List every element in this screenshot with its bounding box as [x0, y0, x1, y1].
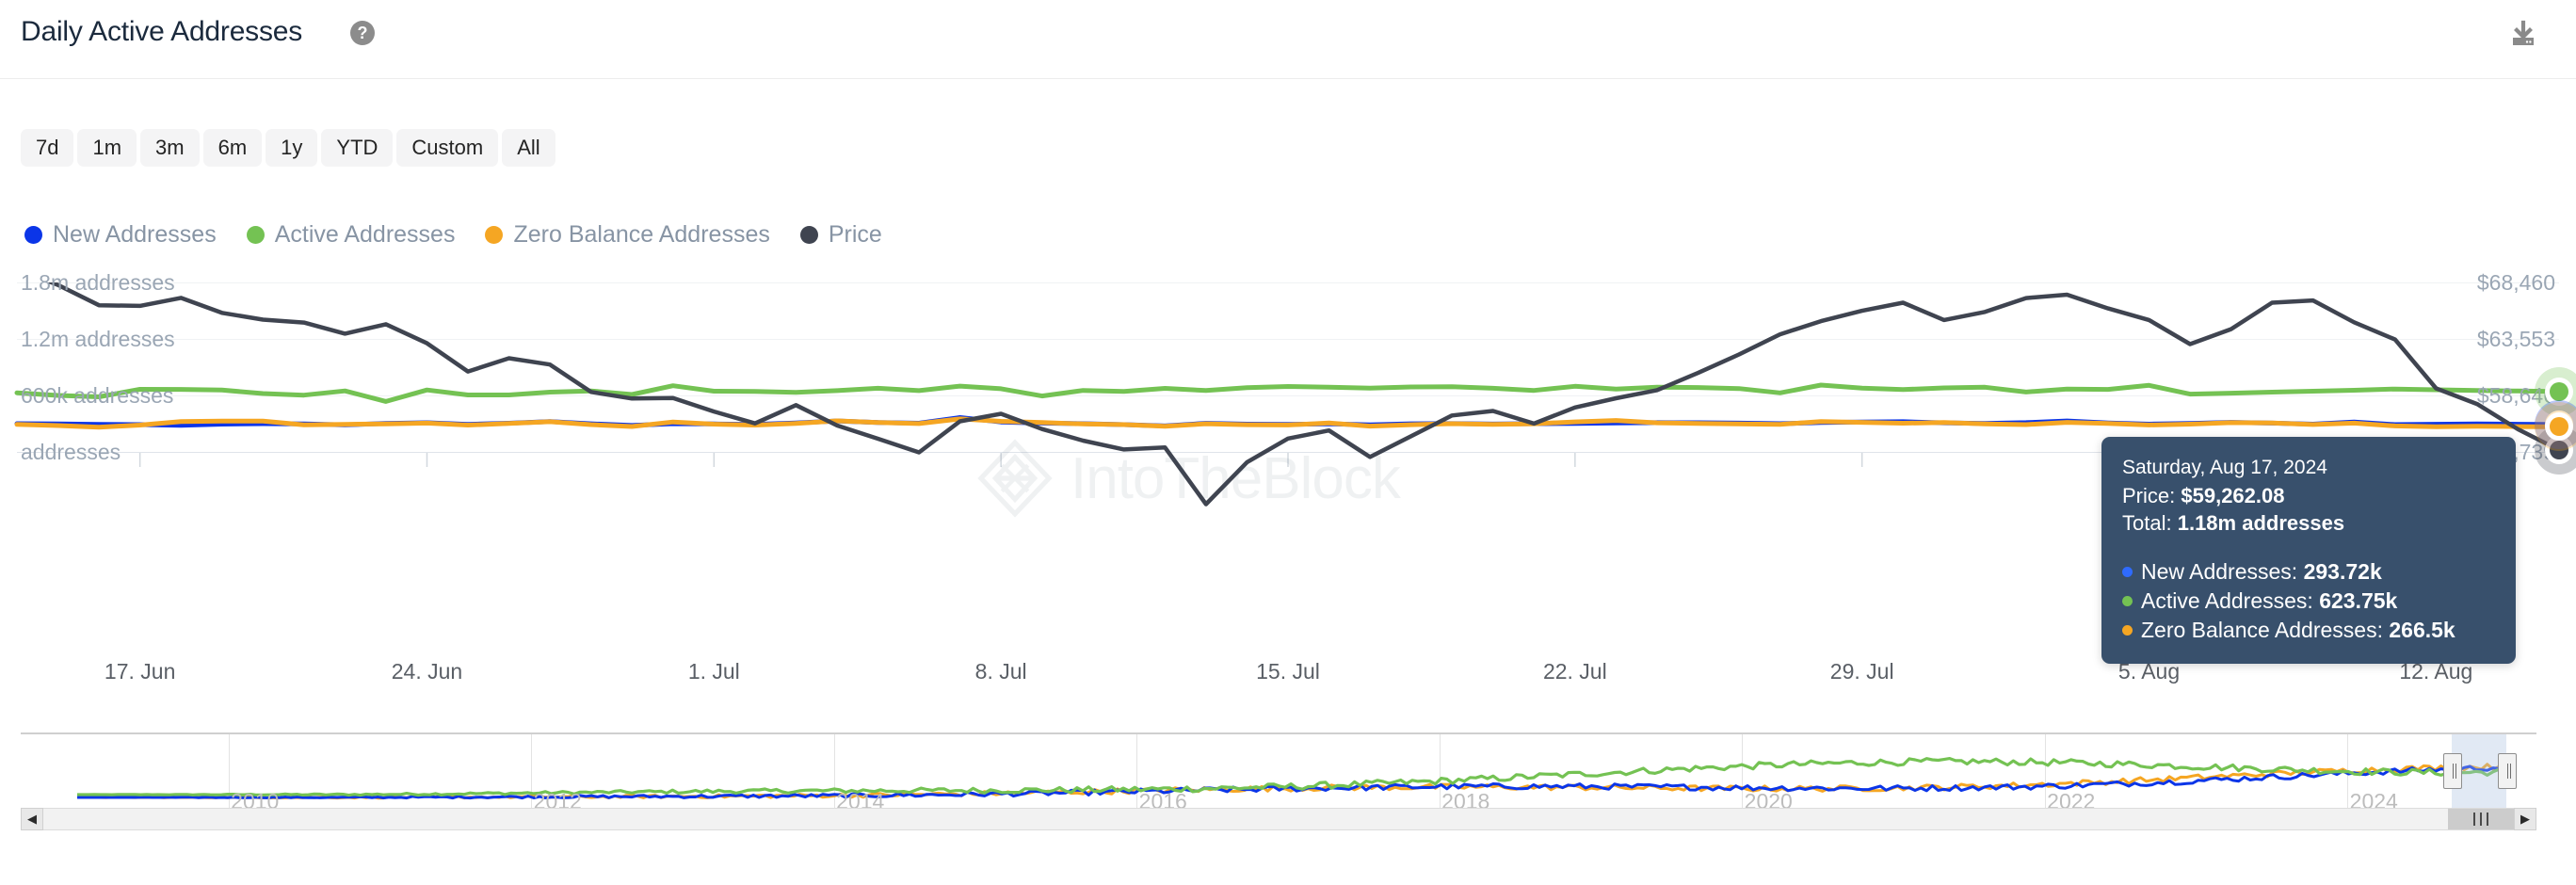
tooltip-price-label: Price:	[2122, 484, 2176, 507]
series-line-zero-balance-addresses	[14, 416, 2562, 430]
chart-navigator[interactable]: 2010 2012 2014 2016 2018 2020 2022 2024 ◀ ▶	[21, 732, 2536, 830]
scrollbar-track[interactable]	[21, 808, 2536, 830]
y-axis-label-0: 1.8m addresses	[21, 270, 175, 295]
legend-label-price: Price	[828, 220, 882, 248]
help-icon[interactable]: ?	[350, 21, 375, 45]
download-icon-glyph	[2513, 20, 2534, 45]
legend-dot-zero-balance-addresses	[485, 225, 504, 244]
chart-legend: New Addresses Active Addresses Zero Bala…	[24, 215, 912, 254]
scrollbar-right-arrow[interactable]: ▶	[2514, 808, 2536, 830]
legend-label-new-addresses: New Addresses	[53, 220, 217, 248]
y-axis-label-1: 1.2m addresses	[21, 327, 175, 351]
range-button-custom[interactable]: Custom	[396, 129, 499, 167]
endpoint-zero-balance-addresses	[2535, 402, 2576, 452]
page-title: Daily Active Addresses	[21, 16, 303, 47]
tooltip-row-active-addresses: Active Addresses: 623.75k	[2122, 587, 2495, 616]
x-tick-label-5: 22. Jul	[1542, 659, 1607, 684]
chart-header: Daily Active Addresses ?	[0, 0, 2576, 79]
range-button-ytd[interactable]: YTD	[321, 129, 394, 167]
range-button-7d[interactable]: 7d	[21, 129, 74, 167]
legend-item-new-addresses[interactable]: New Addresses	[24, 221, 217, 249]
legend-item-price[interactable]: Price	[799, 220, 882, 249]
scrollbar-thumb[interactable]	[2448, 809, 2514, 829]
tooltip-dot-zero-balance-addresses	[2122, 625, 2133, 636]
tooltip-value-active-addresses: 623.75k	[2319, 588, 2398, 613]
legend-dot-new-addresses	[24, 225, 42, 244]
legend-item-zero-balance-addresses[interactable]: Zero Balance Addresses	[485, 220, 770, 249]
tooltip-dot-active-addresses	[2122, 596, 2133, 606]
x-tick-label-3: 8. Jul	[974, 659, 1027, 684]
x-tick-label-2: 1. Jul	[687, 659, 740, 684]
tooltip-series-list: New Addresses: 293.72k Active Addresses:…	[2122, 557, 2495, 645]
range-button-6m[interactable]: 6m	[202, 129, 263, 167]
tooltip-label-new-addresses: New Addresses:	[2141, 559, 2298, 584]
tooltip-label-active-addresses: Active Addresses:	[2141, 588, 2313, 613]
range-button-all[interactable]: All	[502, 129, 555, 167]
x-axis-ticks	[138, 453, 2438, 467]
y2-axis-label-1: $63,553	[2476, 327, 2555, 351]
range-button-3m[interactable]: 3m	[140, 129, 200, 167]
y-axis-label-2: 600k addresses	[21, 383, 174, 408]
tooltip-total-value: 1.18m addresses	[2177, 511, 2345, 535]
download-icon[interactable]	[2506, 17, 2540, 51]
range-selector: 7d 1m 3m 6m 1y YTD Custom All	[21, 129, 555, 167]
range-button-1y[interactable]: 1y	[266, 129, 318, 167]
tooltip-label-zero-balance-addresses: Zero Balance Addresses:	[2141, 618, 2383, 642]
tooltip-value-new-addresses: 293.72k	[2303, 559, 2382, 584]
tooltip-dot-new-addresses	[2122, 567, 2133, 577]
y-axis-label-3: addresses	[21, 440, 121, 464]
y2-axis-label-0: $68,460	[2476, 270, 2555, 295]
tooltip-date: Saturday, Aug 17, 2024	[2122, 457, 2327, 478]
range-button-1m[interactable]: 1m	[77, 129, 137, 167]
tooltip-total-row: Total: 1.18m addresses	[2122, 509, 2495, 537]
legend-item-active-addresses[interactable]: Active Addresses	[246, 220, 456, 249]
tooltip-total-label: Total:	[2122, 511, 2172, 535]
tooltip-price-row: Price: $59,262.08	[2122, 482, 2495, 509]
legend-dot-active-addresses	[246, 225, 265, 244]
tooltip-row-zero-balance-addresses: Zero Balance Addresses: 266.5k	[2122, 616, 2495, 645]
navigator-handle-right[interactable]	[2498, 753, 2517, 789]
x-tick-label-1: 24. Jun	[391, 659, 463, 684]
x-tick-label-0: 17. Jun	[104, 659, 176, 684]
scrollbar-left-arrow[interactable]: ◀	[21, 808, 43, 830]
legend-label-zero-balance-addresses: Zero Balance Addresses	[513, 220, 770, 248]
legend-label-active-addresses: Active Addresses	[274, 220, 456, 248]
tooltip-price-value: $59,262.08	[2181, 484, 2285, 507]
legend-dot-price	[799, 225, 818, 244]
chart-tooltip: Saturday, Aug 17, 2024 Price: $59,262.08…	[2101, 437, 2516, 664]
navigator-canvas	[77, 757, 2500, 800]
navigator-handle-left[interactable]	[2443, 753, 2462, 789]
series-line-active-addresses	[14, 382, 2562, 404]
tooltip-value-zero-balance-addresses: 266.5k	[2389, 618, 2455, 642]
tooltip-row-new-addresses: New Addresses: 293.72k	[2122, 557, 2495, 587]
x-tick-label-6: 29. Jul	[1829, 659, 1894, 684]
x-tick-label-4: 15. Jul	[1256, 659, 1320, 684]
